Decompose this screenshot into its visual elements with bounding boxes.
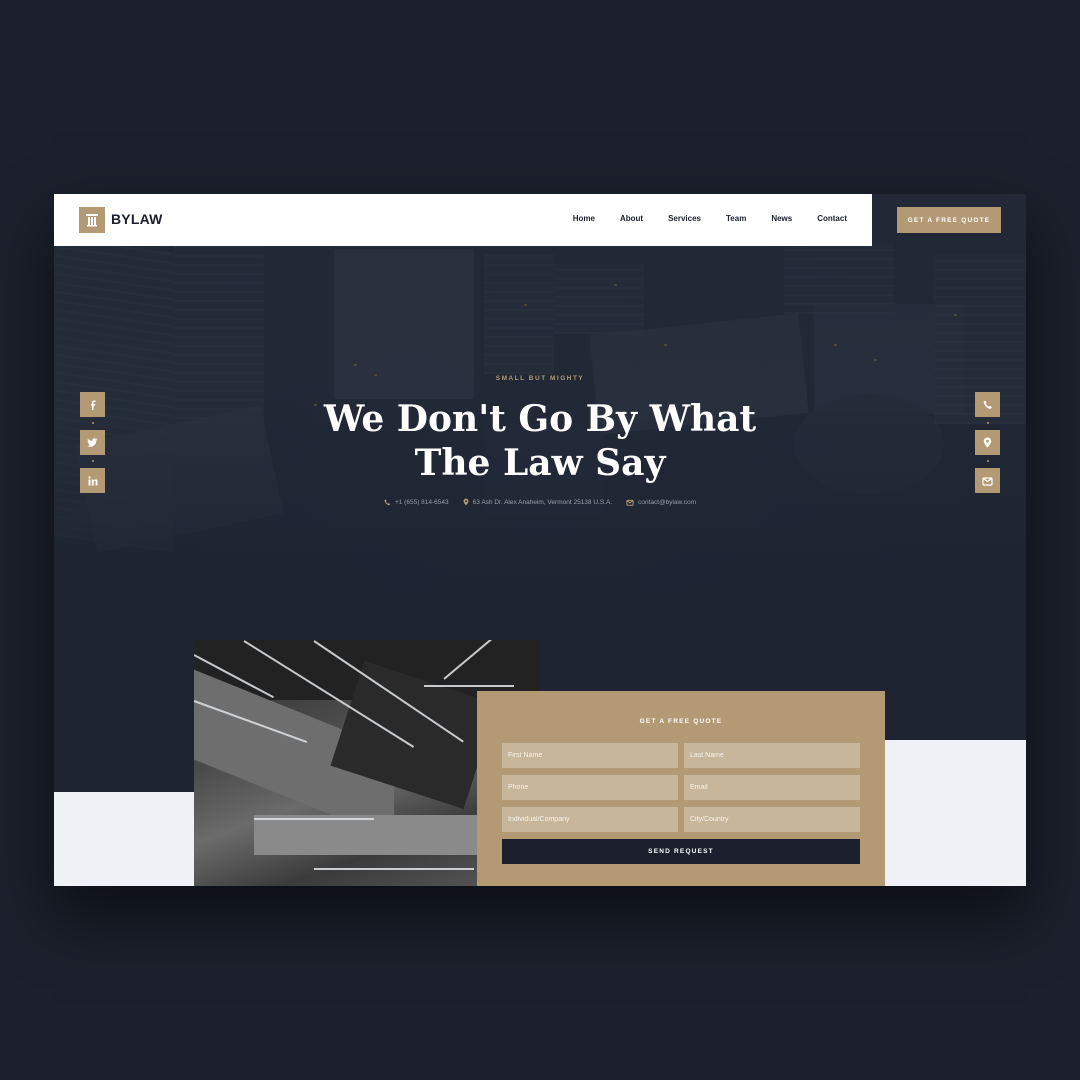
- mail-icon: [626, 499, 634, 506]
- hero-phone-text: +1 (655) 814-6543: [394, 498, 449, 506]
- nav-item-team[interactable]: Team: [726, 214, 746, 223]
- website-frame: BYLAW Home About Services Team News Cont…: [54, 194, 1026, 886]
- nav-item-news[interactable]: News: [771, 214, 792, 223]
- first-name-input[interactable]: [502, 743, 678, 768]
- brand-name[interactable]: BYLAW: [111, 211, 163, 227]
- light-block-right: [885, 740, 1026, 886]
- hero-email[interactable]: contact@bylaw.com: [626, 498, 696, 506]
- company-input[interactable]: [502, 807, 678, 832]
- hero-title-line-1: We Don't Go By What: [323, 398, 757, 440]
- email-input[interactable]: [684, 775, 860, 800]
- quote-form: GET A FREE QUOTE SEND REQUEST: [477, 691, 885, 886]
- quote-form-title: GET A FREE QUOTE: [639, 718, 723, 725]
- send-request-button[interactable]: SEND REQUEST: [502, 839, 860, 864]
- nav-menu: Home About Services Team News Contact: [548, 214, 847, 223]
- phone-icon: [384, 499, 391, 505]
- hero-kicker: SMALL BUT MIGHTY: [495, 375, 585, 382]
- hero-email-text: contact@bylaw.com: [638, 498, 697, 506]
- nav-item-services[interactable]: Services: [668, 214, 701, 223]
- hero-title: We Don't Go By What The Law Say: [54, 397, 1026, 485]
- location-icon: [463, 498, 469, 506]
- hero-address[interactable]: 63 Ash Dr. Alex Anaheim, Vermont 25138 U…: [463, 498, 612, 506]
- hero-title-line-2: The Law Say: [414, 442, 666, 484]
- top-navbar: BYLAW Home About Services Team News Cont…: [54, 194, 872, 246]
- city-input[interactable]: [684, 807, 860, 832]
- nav-item-about[interactable]: About: [620, 214, 643, 223]
- phone-input[interactable]: [502, 775, 678, 800]
- hero-address-text: 63 Ash Dr. Alex Anaheim, Vermont 25138 U…: [472, 498, 613, 506]
- last-name-input[interactable]: [684, 743, 860, 768]
- nav-item-home[interactable]: Home: [573, 214, 595, 223]
- get-quote-button[interactable]: GET A FREE QUOTE: [897, 207, 1001, 233]
- nav-item-contact[interactable]: Contact: [817, 214, 847, 223]
- hero-phone[interactable]: +1 (655) 814-6543: [384, 498, 449, 506]
- pillar-icon[interactable]: [79, 207, 105, 233]
- hero-contact-info: +1 (655) 814-6543 63 Ash Dr. Alex Anahei…: [54, 498, 1026, 506]
